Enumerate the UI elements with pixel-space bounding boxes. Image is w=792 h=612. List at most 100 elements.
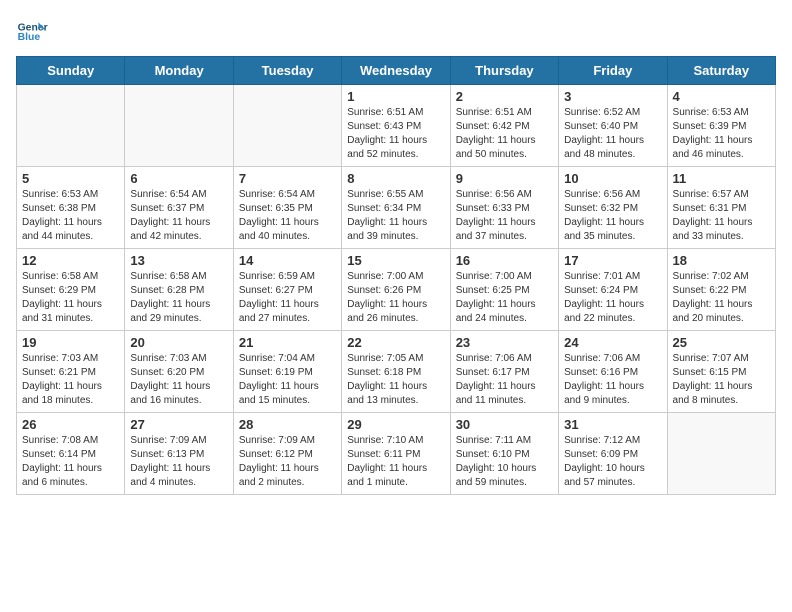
calendar-cell: 11Sunrise: 6:57 AM Sunset: 6:31 PM Dayli…: [667, 167, 775, 249]
day-info: Sunrise: 7:12 AM Sunset: 6:09 PM Dayligh…: [564, 434, 661, 490]
day-header: Wednesday: [342, 57, 450, 85]
day-info: Sunrise: 6:58 AM Sunset: 6:29 PM Dayligh…: [22, 270, 119, 326]
calendar-cell: 13 Sunrise: 6:58 AM Sunset: 6:28 PM Dayli…: [125, 249, 233, 331]
day-number: 21: [239, 335, 336, 350]
day-info: Sunrise: 7:07 AM Sunset: 6:15 PM Dayligh…: [673, 352, 770, 408]
calendar-cell: 12 Sunrise: 6:58 AM Sunset: 6:29 PM Dayli…: [17, 249, 125, 331]
calendar-cell: 19Sunrise: 7:03 AM Sunset: 6:21 PM Dayli…: [17, 331, 125, 413]
day-info: Sunrise: 7:01 AM Sunset: 6:24 PM Dayligh…: [564, 270, 661, 326]
calendar: SundayMondayTuesdayWednesdayThursdayFrid…: [16, 56, 776, 495]
day-number: 28: [239, 417, 336, 432]
day-header: Friday: [559, 57, 667, 85]
calendar-cell: 23 Sunrise: 7:06 AM Sunset: 6:17 PM Dayli…: [450, 331, 558, 413]
calendar-cell: 9 Sunrise: 6:56 AM Sunset: 6:33 PM Daylig…: [450, 167, 558, 249]
day-header: Thursday: [450, 57, 558, 85]
day-number: 6: [130, 171, 227, 186]
day-info: Sunrise: 6:53 AM Sunset: 6:38 PM Dayligh…: [22, 188, 119, 244]
day-number: 29: [347, 417, 444, 432]
calendar-week-row: 5Sunrise: 6:53 AM Sunset: 6:38 PM Daylig…: [17, 167, 776, 249]
day-info: Sunrise: 6:52 AM Sunset: 6:40 PM Dayligh…: [564, 106, 661, 162]
day-info: Sunrise: 6:59 AM Sunset: 6:27 PM Dayligh…: [239, 270, 336, 326]
day-info: Sunrise: 7:00 AM Sunset: 6:26 PM Dayligh…: [347, 270, 444, 326]
calendar-cell: 24 Sunrise: 7:06 AM Sunset: 6:16 PM Dayli…: [559, 331, 667, 413]
day-number: 31: [564, 417, 661, 432]
day-info: Sunrise: 7:06 AM Sunset: 6:16 PM Dayligh…: [564, 352, 661, 408]
day-info: Sunrise: 6:53 AM Sunset: 6:39 PM Dayligh…: [673, 106, 770, 162]
calendar-cell: 26 Sunrise: 7:08 AM Sunset: 6:14 PM Dayli…: [17, 413, 125, 495]
calendar-cell: 2Sunrise: 6:51 AM Sunset: 6:42 PM Daylig…: [450, 85, 558, 167]
day-number: 13: [130, 253, 227, 268]
day-number: 30: [456, 417, 553, 432]
day-info: Sunrise: 7:08 AM Sunset: 6:14 PM Dayligh…: [22, 434, 119, 490]
calendar-cell: 6 Sunrise: 6:54 AM Sunset: 6:37 PM Daylig…: [125, 167, 233, 249]
calendar-cell: 22 Sunrise: 7:05 AM Sunset: 6:18 PM Dayli…: [342, 331, 450, 413]
day-number: 20: [130, 335, 227, 350]
day-number: 9: [456, 171, 553, 186]
day-info: Sunrise: 6:58 AM Sunset: 6:28 PM Dayligh…: [130, 270, 227, 326]
calendar-cell: 15 Sunrise: 7:00 AM Sunset: 6:26 PM Dayli…: [342, 249, 450, 331]
day-number: 12: [22, 253, 119, 268]
calendar-cell: 4Sunrise: 6:53 AM Sunset: 6:39 PM Daylig…: [667, 85, 775, 167]
day-number: 25: [673, 335, 770, 350]
calendar-cell: 18 Sunrise: 7:02 AM Sunset: 6:22 PM Dayli…: [667, 249, 775, 331]
day-number: 3: [564, 89, 661, 104]
day-number: 7: [239, 171, 336, 186]
day-number: 16: [456, 253, 553, 268]
calendar-cell: 8 Sunrise: 6:55 AM Sunset: 6:34 PM Daylig…: [342, 167, 450, 249]
calendar-cell: [667, 413, 775, 495]
day-number: 26: [22, 417, 119, 432]
day-number: 23: [456, 335, 553, 350]
day-info: Sunrise: 6:55 AM Sunset: 6:34 PM Dayligh…: [347, 188, 444, 244]
calendar-cell: 10Sunrise: 6:56 AM Sunset: 6:32 PM Dayli…: [559, 167, 667, 249]
day-number: 18: [673, 253, 770, 268]
calendar-cell: [17, 85, 125, 167]
calendar-cell: 1Sunrise: 6:51 AM Sunset: 6:43 PM Daylig…: [342, 85, 450, 167]
day-info: Sunrise: 7:11 AM Sunset: 6:10 PM Dayligh…: [456, 434, 553, 490]
day-info: Sunrise: 7:09 AM Sunset: 6:13 PM Dayligh…: [130, 434, 227, 490]
calendar-cell: 28Sunrise: 7:09 AM Sunset: 6:12 PM Dayli…: [233, 413, 341, 495]
logo-icon: General Blue: [16, 16, 48, 48]
logo: General Blue: [16, 16, 48, 48]
day-info: Sunrise: 6:57 AM Sunset: 6:31 PM Dayligh…: [673, 188, 770, 244]
calendar-cell: 17 Sunrise: 7:01 AM Sunset: 6:24 PM Dayli…: [559, 249, 667, 331]
calendar-week-row: 26 Sunrise: 7:08 AM Sunset: 6:14 PM Dayli…: [17, 413, 776, 495]
day-header: Sunday: [17, 57, 125, 85]
day-number: 14: [239, 253, 336, 268]
day-info: Sunrise: 7:02 AM Sunset: 6:22 PM Dayligh…: [673, 270, 770, 326]
day-number: 27: [130, 417, 227, 432]
day-header: Monday: [125, 57, 233, 85]
calendar-cell: 27 Sunrise: 7:09 AM Sunset: 6:13 PM Dayli…: [125, 413, 233, 495]
calendar-cell: 5Sunrise: 6:53 AM Sunset: 6:38 PM Daylig…: [17, 167, 125, 249]
calendar-cell: [125, 85, 233, 167]
svg-text:Blue: Blue: [18, 32, 41, 43]
day-info: Sunrise: 6:56 AM Sunset: 6:32 PM Dayligh…: [564, 188, 661, 244]
calendar-cell: 16 Sunrise: 7:00 AM Sunset: 6:25 PM Dayli…: [450, 249, 558, 331]
day-info: Sunrise: 7:06 AM Sunset: 6:17 PM Dayligh…: [456, 352, 553, 408]
calendar-cell: 21 Sunrise: 7:04 AM Sunset: 6:19 PM Dayli…: [233, 331, 341, 413]
calendar-cell: 25 Sunrise: 7:07 AM Sunset: 6:15 PM Dayli…: [667, 331, 775, 413]
calendar-cell: 31 Sunrise: 7:12 AM Sunset: 6:09 PM Dayli…: [559, 413, 667, 495]
calendar-cell: 29 Sunrise: 7:10 AM Sunset: 6:11 PM Dayli…: [342, 413, 450, 495]
day-header: Saturday: [667, 57, 775, 85]
day-info: Sunrise: 7:00 AM Sunset: 6:25 PM Dayligh…: [456, 270, 553, 326]
calendar-week-row: 1Sunrise: 6:51 AM Sunset: 6:43 PM Daylig…: [17, 85, 776, 167]
day-info: Sunrise: 7:10 AM Sunset: 6:11 PM Dayligh…: [347, 434, 444, 490]
day-number: 8: [347, 171, 444, 186]
day-info: Sunrise: 6:51 AM Sunset: 6:42 PM Dayligh…: [456, 106, 553, 162]
day-number: 24: [564, 335, 661, 350]
day-number: 17: [564, 253, 661, 268]
day-header: Tuesday: [233, 57, 341, 85]
calendar-cell: 20Sunrise: 7:03 AM Sunset: 6:20 PM Dayli…: [125, 331, 233, 413]
day-number: 1: [347, 89, 444, 104]
day-info: Sunrise: 7:04 AM Sunset: 6:19 PM Dayligh…: [239, 352, 336, 408]
calendar-cell: 7 Sunrise: 6:54 AM Sunset: 6:35 PM Daylig…: [233, 167, 341, 249]
day-number: 22: [347, 335, 444, 350]
day-info: Sunrise: 6:54 AM Sunset: 6:35 PM Dayligh…: [239, 188, 336, 244]
calendar-week-row: 19Sunrise: 7:03 AM Sunset: 6:21 PM Dayli…: [17, 331, 776, 413]
day-info: Sunrise: 6:56 AM Sunset: 6:33 PM Dayligh…: [456, 188, 553, 244]
calendar-week-row: 12 Sunrise: 6:58 AM Sunset: 6:29 PM Dayli…: [17, 249, 776, 331]
day-number: 15: [347, 253, 444, 268]
calendar-cell: 30 Sunrise: 7:11 AM Sunset: 6:10 PM Dayli…: [450, 413, 558, 495]
day-info: Sunrise: 7:05 AM Sunset: 6:18 PM Dayligh…: [347, 352, 444, 408]
day-info: Sunrise: 6:54 AM Sunset: 6:37 PM Dayligh…: [130, 188, 227, 244]
